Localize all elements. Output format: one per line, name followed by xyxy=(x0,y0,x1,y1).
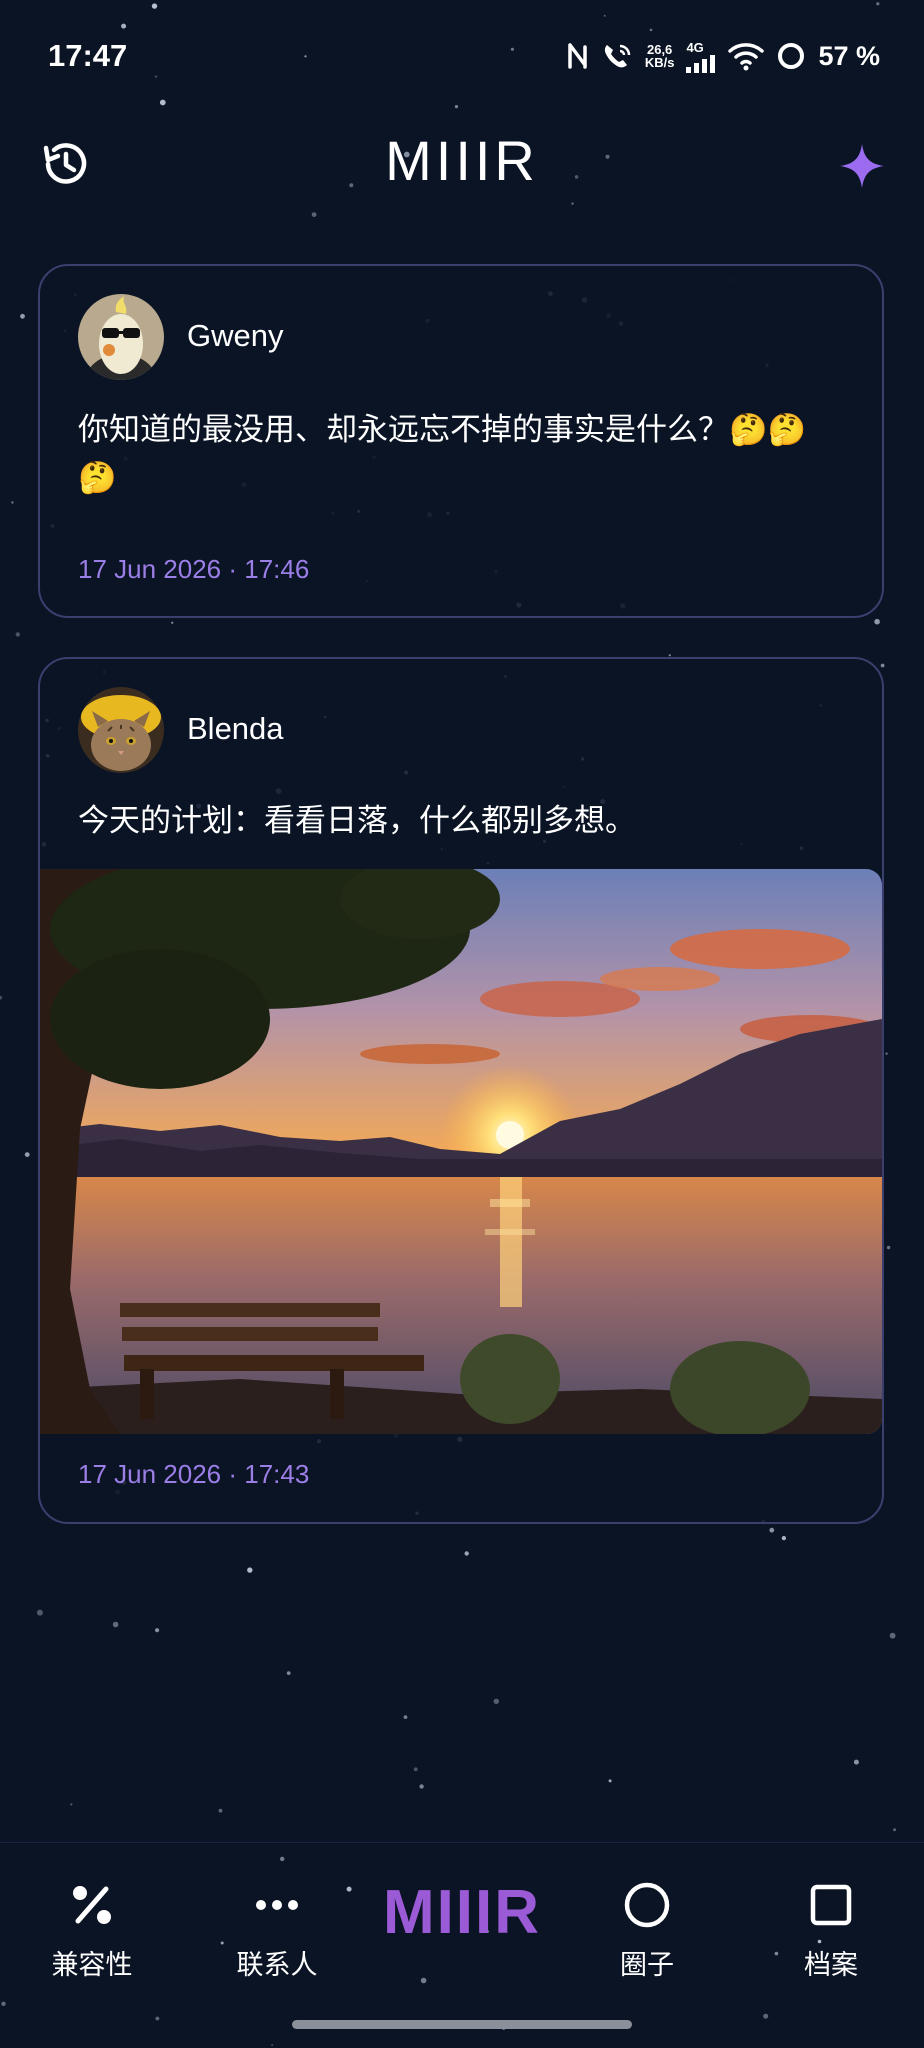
star-dot xyxy=(24,1152,30,1157)
status-icons: 26,6 KB/s 4G 57 % xyxy=(567,38,880,74)
nav-label: 档案 xyxy=(804,1950,858,1980)
post-text: 今天的计划：看看日落，什么都别多想。 xyxy=(78,803,636,838)
bottom-navigation: 兼容性 联系人 MIIIR 圈子 档案 xyxy=(0,1842,924,2048)
avatar[interactable] xyxy=(78,294,164,380)
wifi-calling-icon xyxy=(601,41,633,71)
circle-icon xyxy=(582,1879,712,1931)
star-dot xyxy=(15,632,20,637)
app-screen: 17:47 26,6 KB/s 4G 57 % MIIIR Gweny 你知道的… xyxy=(0,0,924,2048)
app-header: MIIIR xyxy=(0,118,924,208)
star-dot xyxy=(886,1245,891,1250)
star-dot xyxy=(70,1803,73,1806)
star-dot xyxy=(36,1609,43,1616)
net-speed-unit: KB/s xyxy=(644,55,675,70)
nav-item-circles[interactable]: 圈子 xyxy=(582,1879,712,1982)
star-dot xyxy=(668,654,671,657)
nfc-icon xyxy=(567,41,589,71)
post-image[interactable] xyxy=(40,869,882,1434)
star-dot xyxy=(218,1808,223,1813)
star-dot xyxy=(20,313,25,319)
star-dot xyxy=(464,1551,469,1556)
center-logo-text: MIIIR xyxy=(382,1878,542,1947)
square-icon xyxy=(766,1879,896,1931)
star-dot xyxy=(769,1527,775,1533)
avatar[interactable] xyxy=(78,687,164,773)
star-dot xyxy=(493,1698,499,1705)
sparkle-icon[interactable] xyxy=(836,140,888,192)
wifi-icon xyxy=(728,41,765,71)
star-dot xyxy=(413,1767,418,1772)
star-dot xyxy=(885,1052,888,1055)
home-indicator[interactable] xyxy=(292,2020,632,2029)
star-dot xyxy=(286,1671,291,1675)
star-dot xyxy=(112,1621,119,1628)
nav-label: 兼容性 xyxy=(51,1950,133,1980)
star-dot xyxy=(781,1536,787,1541)
post-card[interactable]: Blenda 今天的计划：看看日落，什么都别多想。 17 Jun 2026 · … xyxy=(38,657,884,1524)
status-bar: 17:47 26,6 KB/s 4G 57 % xyxy=(0,0,924,110)
author-name[interactable]: Gweny xyxy=(187,318,283,354)
post-timestamp: 17 Jun 2026 · 17:43 xyxy=(78,1459,310,1489)
star-dot xyxy=(419,1784,424,1789)
star-dot xyxy=(853,1759,859,1765)
star-dot xyxy=(608,1779,612,1783)
post-card[interactable]: Gweny 你知道的最没用、却永远忘不掉的事实是什么？🤔🤔🤔 17 Jun 20… xyxy=(38,264,884,618)
author-name[interactable]: Blenda xyxy=(187,711,284,747)
nav-label: 圈子 xyxy=(620,1950,674,1980)
star-dot xyxy=(403,1715,408,1719)
signal-icon: 4G xyxy=(686,40,716,73)
app-title: MIIIR xyxy=(385,129,539,192)
network-type: 4G xyxy=(686,39,704,55)
star-dot xyxy=(247,1567,253,1573)
post-timestamp: 17 Jun 2026 · 17:46 xyxy=(78,554,310,584)
nav-item-profile[interactable]: 档案 xyxy=(766,1879,896,1982)
star-dot xyxy=(0,995,2,1000)
network-speed: 26,6 KB/s xyxy=(645,43,675,69)
star-dot xyxy=(889,1632,896,1639)
status-time: 17:47 xyxy=(48,38,128,73)
star-dot xyxy=(155,1628,160,1633)
star-dot xyxy=(311,212,317,218)
post-text: 你知道的最没用、却永远忘不掉的事实是什么？🤔🤔🤔 xyxy=(78,412,807,495)
nav-label: 联系人 xyxy=(236,1950,318,1980)
star-dot xyxy=(893,1828,897,1832)
battery-percent: 57 % xyxy=(818,40,880,71)
star-dot xyxy=(874,618,880,625)
star-dot xyxy=(171,621,174,624)
star-dot xyxy=(880,663,885,668)
battery-ring-icon xyxy=(776,41,806,71)
star-dot xyxy=(11,501,14,504)
